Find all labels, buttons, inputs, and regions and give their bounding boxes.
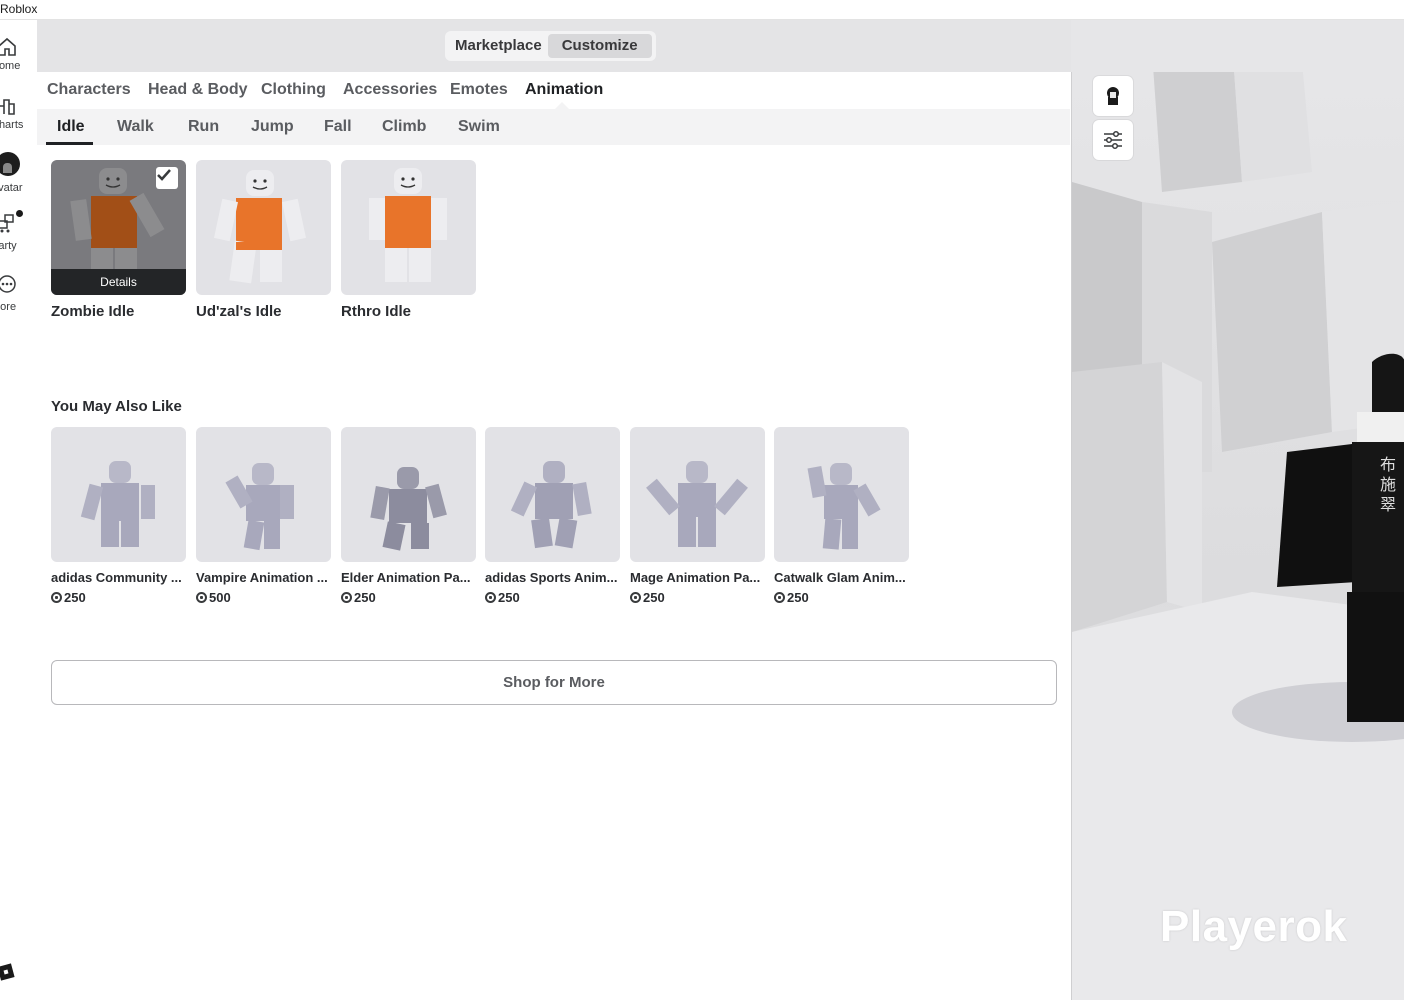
rec-figure — [510, 461, 592, 549]
notification-dot — [16, 210, 23, 217]
rec-name: Vampire Animation ... — [196, 570, 328, 585]
shop-for-more-button[interactable]: Shop for More — [51, 660, 1057, 705]
preview-scene: 布 施 翠 — [1072, 72, 1404, 1000]
nav-label-charts: Charts — [0, 119, 24, 131]
selected-checkmark — [156, 167, 178, 189]
item-name: Rthro Idle — [341, 303, 411, 320]
active-subtab-underline — [46, 142, 93, 145]
subtab-run[interactable]: Run — [188, 118, 219, 136]
robux-icon — [774, 592, 785, 603]
animation-tile-zombie-idle[interactable]: Details — [51, 160, 186, 295]
subtab-jump[interactable]: Jump — [251, 118, 294, 136]
price-value: 500 — [209, 590, 231, 605]
avatar-view-button[interactable] — [1093, 76, 1133, 116]
rec-name: Catwalk Glam Anim... — [774, 570, 906, 585]
rec-figure — [646, 461, 748, 547]
left-nav: Home Charts Avatar Party More — [0, 20, 37, 1000]
udzal-figure — [214, 170, 306, 284]
rec-price: 250 — [630, 590, 665, 605]
tab-emotes[interactable]: Emotes — [450, 81, 508, 99]
svg-text:翠: 翠 — [1380, 495, 1396, 514]
marketplace-tab[interactable]: Marketplace — [449, 34, 548, 58]
robux-icon — [196, 592, 207, 603]
rec-tile[interactable] — [51, 427, 186, 562]
rec-price: 250 — [51, 590, 86, 605]
item-name: Zombie Idle — [51, 303, 135, 320]
avatar-preview[interactable]: 布 施 翠 — [1071, 72, 1404, 1000]
rec-name: Mage Animation Pa... — [630, 570, 761, 585]
watermark: Playerok — [1160, 902, 1348, 951]
price-value: 250 — [64, 590, 86, 605]
rec-figure — [80, 461, 155, 547]
rec-tile[interactable] — [341, 427, 476, 562]
sub-tabs: Idle Walk Run Jump Fall Climb Swim — [37, 109, 1070, 145]
avatar-portrait-icon — [1107, 87, 1119, 105]
tab-head-body[interactable]: Head & Body — [148, 81, 248, 99]
price-value: 250 — [354, 590, 376, 605]
shirt-print: 布 — [1380, 455, 1396, 474]
rec-price: 500 — [196, 590, 231, 605]
rec-name: adidas Sports Anim... — [485, 570, 618, 585]
rec-figure — [807, 463, 881, 550]
rec-tile[interactable] — [196, 427, 331, 562]
rec-figure — [225, 463, 294, 551]
rec-tile[interactable] — [485, 427, 620, 562]
subtab-walk[interactable]: Walk — [117, 118, 154, 136]
price-value: 250 — [787, 590, 809, 605]
nav-label-more: More — [0, 301, 17, 313]
mode-switch: Marketplace Customize — [445, 31, 656, 61]
rec-price: 250 — [774, 590, 809, 605]
animation-tile-rthro-idle[interactable] — [341, 160, 476, 295]
sliders-icon — [1104, 130, 1122, 150]
tab-characters[interactable]: Characters — [47, 81, 131, 99]
nav-label-avatar: Avatar — [0, 182, 23, 194]
recommendations-title: You May Also Like — [51, 398, 182, 415]
rec-tile[interactable] — [630, 427, 765, 562]
robux-icon — [51, 592, 62, 603]
window-titlebar: Roblox — [0, 0, 1404, 20]
item-name: Ud'zal's Idle — [196, 303, 282, 320]
rec-figure — [370, 467, 447, 551]
tab-accessories[interactable]: Accessories — [343, 81, 437, 99]
rthro-figure — [369, 168, 447, 282]
robux-icon — [630, 592, 641, 603]
subtab-climb[interactable]: Climb — [382, 118, 426, 136]
robux-icon — [341, 592, 352, 603]
rec-price: 250 — [341, 590, 376, 605]
rec-name: adidas Community ... — [51, 570, 182, 585]
party-icon — [0, 214, 14, 233]
charts-icon — [0, 99, 15, 115]
price-value: 250 — [498, 590, 520, 605]
preview-settings-button[interactable] — [1093, 120, 1133, 160]
tab-clothing[interactable]: Clothing — [261, 81, 326, 99]
avatar-icon — [0, 152, 20, 176]
checkmark-icon — [157, 169, 171, 181]
more-icon — [0, 275, 16, 293]
rec-tile[interactable] — [774, 427, 909, 562]
robux-icon — [485, 592, 496, 603]
viewport-top — [1071, 20, 1404, 72]
rec-name: Elder Animation Pa... — [341, 570, 471, 585]
active-tab-caret — [555, 102, 569, 109]
subtab-fall[interactable]: Fall — [324, 118, 352, 136]
category-tabs: Characters Head & Body Clothing Accessor… — [37, 72, 1070, 109]
nav-label-party: Party — [0, 240, 17, 252]
home-icon — [0, 37, 16, 56]
tab-animation[interactable]: Animation — [525, 81, 603, 99]
customize-tab[interactable]: Customize — [547, 34, 652, 58]
roblox-logo-icon[interactable] — [0, 962, 16, 982]
animation-tile-udzal-idle[interactable] — [196, 160, 331, 295]
svg-text:施: 施 — [1380, 475, 1396, 494]
nav-label-home: Home — [0, 60, 21, 72]
rec-price: 250 — [485, 590, 520, 605]
subtab-swim[interactable]: Swim — [458, 118, 500, 136]
window-title: Roblox — [0, 2, 38, 16]
details-button[interactable]: Details — [51, 269, 186, 295]
customize-panel: Characters Head & Body Clothing Accessor… — [37, 72, 1070, 1000]
subtab-idle[interactable]: Idle — [57, 118, 85, 136]
price-value: 250 — [643, 590, 665, 605]
